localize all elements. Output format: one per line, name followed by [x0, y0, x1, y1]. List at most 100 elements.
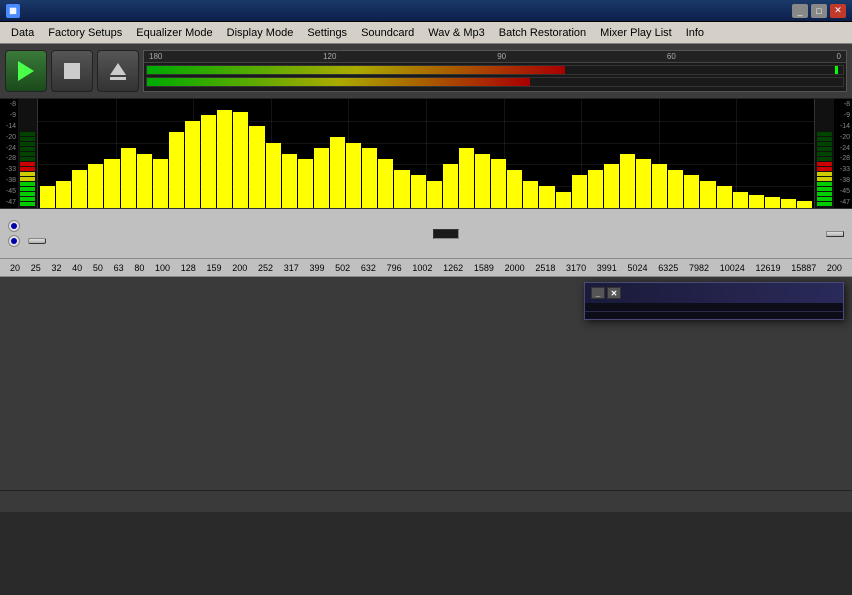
spectrum-bar-15 [282, 154, 297, 209]
vu-label: -20 [834, 134, 850, 141]
play-icon [18, 61, 34, 81]
vu-meter-left [18, 99, 38, 208]
freq-label-13: 399 [309, 263, 324, 273]
menu-item-mixer-play-list[interactable]: Mixer Play List [593, 25, 679, 41]
meter-label-120: 120 [323, 52, 336, 61]
maximize-button[interactable]: □ [811, 4, 827, 18]
spectrum-bar-47 [797, 201, 812, 208]
freq-label-14: 502 [335, 263, 350, 273]
spectrum-bar-27 [475, 154, 490, 209]
freq-label-23: 3991 [597, 263, 617, 273]
meter-label-90: 90 [497, 52, 506, 61]
eq-center [56, 229, 816, 239]
vu-seg [817, 142, 832, 146]
meter-label-0: 0 [837, 52, 841, 61]
spectrum-bar-5 [121, 148, 136, 208]
vu-label: -24 [0, 145, 16, 152]
menu-item-wav-&-mp3[interactable]: Wav & Mp3 [421, 25, 491, 41]
freq-label-26: 7982 [689, 263, 709, 273]
auto-correct-row[interactable] [8, 220, 46, 232]
vu-bar-right [815, 99, 834, 208]
zoom-button[interactable] [826, 231, 844, 237]
eject-icon [110, 63, 126, 75]
vu-seg [20, 172, 35, 176]
freq-label-22: 3170 [566, 263, 586, 273]
freq-label-0: 20 [10, 263, 20, 273]
vu-label: -47 [0, 199, 16, 206]
transport-bar: 180 120 90 60 0 [0, 44, 852, 99]
menu-item-soundcard[interactable]: Soundcard [354, 25, 421, 41]
eject-line [110, 77, 126, 80]
freq-label-8: 128 [181, 263, 196, 273]
meter-scale: 180 120 90 60 0 [144, 51, 846, 63]
menu-item-batch-restoration[interactable]: Batch Restoration [492, 25, 593, 41]
spectrum-analyzer: -8 -9 -14 -20 -24 -28 -33 -38 -45 -47 [0, 99, 852, 209]
menu-item-factory-setups[interactable]: Factory Setups [41, 25, 129, 41]
meter-label-60: 60 [667, 52, 676, 61]
spectrum-bar-36 [620, 154, 635, 209]
fader-area: _ ✕ [0, 277, 852, 512]
spectrum-bar-29 [507, 170, 522, 208]
menu-item-info[interactable]: Info [679, 25, 711, 41]
vu-label: -45 [0, 188, 16, 195]
vu-seg [817, 187, 832, 191]
enhancer-titlebar: _ ✕ [585, 283, 843, 303]
freq-label-19: 1589 [474, 263, 494, 273]
vu-seg [20, 132, 35, 136]
vu-label: -28 [0, 155, 16, 162]
spectrum-bar-9 [185, 121, 200, 208]
vu-label: -28 [834, 155, 850, 162]
eject-button[interactable] [97, 50, 139, 92]
vu-seg [20, 177, 35, 181]
vu-seg [20, 167, 35, 171]
vu-label: -38 [0, 177, 16, 184]
vu-label: -14 [0, 123, 16, 130]
vu-label: -24 [834, 145, 850, 152]
spectrum-bar-2 [72, 170, 87, 208]
freq-scale-labels: 2025324050638010012815920025231739950263… [10, 263, 842, 273]
auto-correct-checkbox[interactable] [8, 220, 20, 232]
spectrum-bar-14 [266, 143, 281, 208]
enhancer-minimize[interactable]: _ [591, 287, 605, 299]
play-button[interactable] [5, 50, 47, 92]
vu-seg [817, 132, 832, 136]
close-button[interactable]: ✕ [830, 4, 846, 18]
freq-label-20: 2000 [505, 263, 525, 273]
spectrum-bar-21 [378, 159, 393, 208]
spectrum-bar-19 [346, 143, 361, 208]
freq-label-10: 200 [232, 263, 247, 273]
vu-seg [20, 137, 35, 141]
vu-seg [20, 162, 35, 166]
enhancer-close[interactable]: ✕ [607, 287, 621, 299]
spectrum-bar-45 [765, 197, 780, 208]
spectrum-bar-35 [604, 164, 619, 208]
spectrum-bar-28 [491, 159, 506, 208]
menu-item-data[interactable]: Data [4, 25, 41, 41]
spectrum-bar-7 [153, 159, 168, 208]
settings-button[interactable] [28, 238, 46, 244]
minimize-button[interactable]: _ [792, 4, 808, 18]
freq-label-30: 200 [827, 263, 842, 273]
vu-label: -9 [0, 112, 16, 119]
menu-item-display-mode[interactable]: Display Mode [220, 25, 301, 41]
enhancer-controls: _ ✕ [591, 287, 621, 299]
menu-item-equalizer-mode[interactable]: Equalizer Mode [129, 25, 219, 41]
activate-compressor-checkbox[interactable] [8, 235, 20, 247]
freq-label-17: 1002 [412, 263, 432, 273]
spectrum-bar-11 [217, 110, 232, 208]
vu-seg [20, 152, 35, 156]
spectrum-bar-24 [427, 181, 442, 208]
vu-seg [817, 197, 832, 201]
vu-seg [817, 137, 832, 141]
vu-seg [20, 182, 35, 186]
stop-button[interactable] [51, 50, 93, 92]
vu-label: -33 [834, 166, 850, 173]
activate-compressor-row[interactable] [8, 235, 46, 247]
enhancer-buttons [585, 311, 843, 319]
vu-label: -8 [0, 101, 16, 108]
menu-item-settings[interactable]: Settings [300, 25, 354, 41]
freq-label-16: 796 [387, 263, 402, 273]
freq-label-3: 40 [72, 263, 82, 273]
enhancer-params [585, 303, 843, 311]
freq-label-4: 50 [93, 263, 103, 273]
